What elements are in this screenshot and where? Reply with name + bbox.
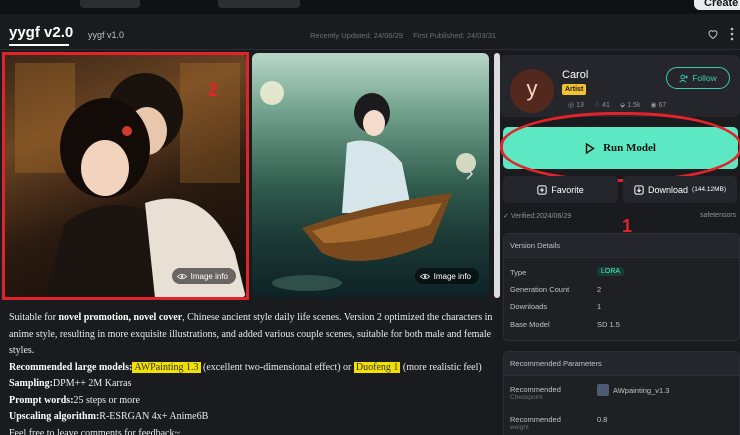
downloads-value: 1 xyxy=(597,302,602,311)
favorite-button[interactable]: Favorite xyxy=(503,176,618,203)
artist-card: y Carol Artist ◎ 13 ♢ 41 ⬙ 1.5k ◉ 67 Follow xyxy=(500,55,740,117)
recently-updated-text: Recently Updated: 24/06/29 xyxy=(310,31,403,40)
artist-name[interactable]: Carol xyxy=(562,69,588,81)
gallery-image-boat[interactable]: Image info xyxy=(252,53,489,298)
version-details-section: Version Details Type LORA Generation Cou… xyxy=(503,233,740,341)
download-icon xyxy=(634,184,644,195)
annotation-oval-1 xyxy=(500,112,740,182)
image-info-button[interactable]: Image info xyxy=(414,268,479,284)
type-label: Type xyxy=(510,268,527,277)
top-nav-strip: Create xyxy=(0,0,740,14)
boat-illustration xyxy=(260,81,476,291)
recommended-models-line: Recommended large models: AWPainting 1.3 … xyxy=(9,361,482,373)
annotation-number-2: 2 xyxy=(208,80,219,100)
image-info-label: Image info xyxy=(433,271,471,281)
base-model-value: SD 1.5 xyxy=(597,320,620,329)
more-options-icon[interactable] xyxy=(730,27,734,41)
feedback-line: Feel free to leave comments for feedback… xyxy=(9,427,180,435)
section-title: Version Details xyxy=(504,234,739,258)
prompt-line: Prompt words:25 steps or more xyxy=(9,394,140,406)
model-side-panel: y Carol Artist ◎ 13 ♢ 41 ⬙ 1.5k ◉ 67 Follow… xyxy=(500,55,740,435)
weight-label: Recommended weight xyxy=(510,415,561,431)
description-bold-keywords: novel promotion, novel cover xyxy=(58,312,183,323)
eye-icon xyxy=(419,273,430,279)
tab-version-other[interactable]: yygf v1.0 xyxy=(88,30,124,40)
sampling-line: Sampling:DPM++ 2M Karras xyxy=(9,378,132,389)
description-intro: Suitable for novel promotion, novel cove… xyxy=(9,312,493,356)
artist-badge: Artist xyxy=(562,84,587,95)
downloads-label: Downloads xyxy=(510,302,548,311)
artist-stats: ◎ 13 ♢ 41 ⬙ 1.5k ◉ 67 xyxy=(568,102,667,109)
top-nav-item[interactable] xyxy=(80,0,140,8)
checkpoint-thumbnail xyxy=(597,384,609,396)
first-published-text: First Published: 24/03/31 xyxy=(413,31,497,40)
chevron-right-icon[interactable] xyxy=(465,168,473,180)
file-format: safetensors xyxy=(700,212,737,219)
section-title: Recommended Parameters xyxy=(504,352,739,376)
avatar[interactable]: y xyxy=(510,69,554,113)
active-tab-underline xyxy=(9,44,69,46)
create-button[interactable]: Create xyxy=(694,0,740,10)
publish-dates: Recently Updated: 24/06/29 First Publish… xyxy=(310,31,496,40)
add-user-icon xyxy=(679,74,689,83)
plus-square-icon xyxy=(537,184,547,195)
model-link-awpainting[interactable]: AWPainting 1.3 xyxy=(132,361,201,373)
follow-button[interactable]: Follow xyxy=(666,67,730,89)
generation-label: Generation Count xyxy=(510,285,570,294)
verified-date: ✓ Verified:2024/06/29 xyxy=(503,213,572,220)
model-description: Suitable for novel promotion, novel cove… xyxy=(9,310,494,435)
top-nav-item[interactable] xyxy=(218,0,300,8)
version-header: yygf v2.0 yygf v1.0 Recently Updated: 24… xyxy=(0,14,740,50)
checkpoint-value[interactable]: AWpainting_v1.3 xyxy=(597,384,669,396)
generation-value: 2 xyxy=(597,285,602,294)
heart-icon[interactable] xyxy=(707,28,719,40)
checkpoint-label: Recommended Checkpoint xyxy=(510,385,561,401)
type-badge: LORA xyxy=(597,267,625,276)
upscale-line: Upscaling algorithm:R-ESRGAN 4x+ Anime6B xyxy=(9,411,209,422)
download-button[interactable]: Download (144.12MB) xyxy=(623,176,737,203)
tab-version-active[interactable]: yygf v2.0 xyxy=(9,24,73,41)
model-link-duofeng[interactable]: Duofeng 1 xyxy=(353,361,401,373)
weight-value: 0.8 xyxy=(597,415,608,424)
base-model-label: Base Model xyxy=(510,320,550,329)
recommended-params-section: Recommended Parameters Recommended Checkp… xyxy=(503,351,740,435)
